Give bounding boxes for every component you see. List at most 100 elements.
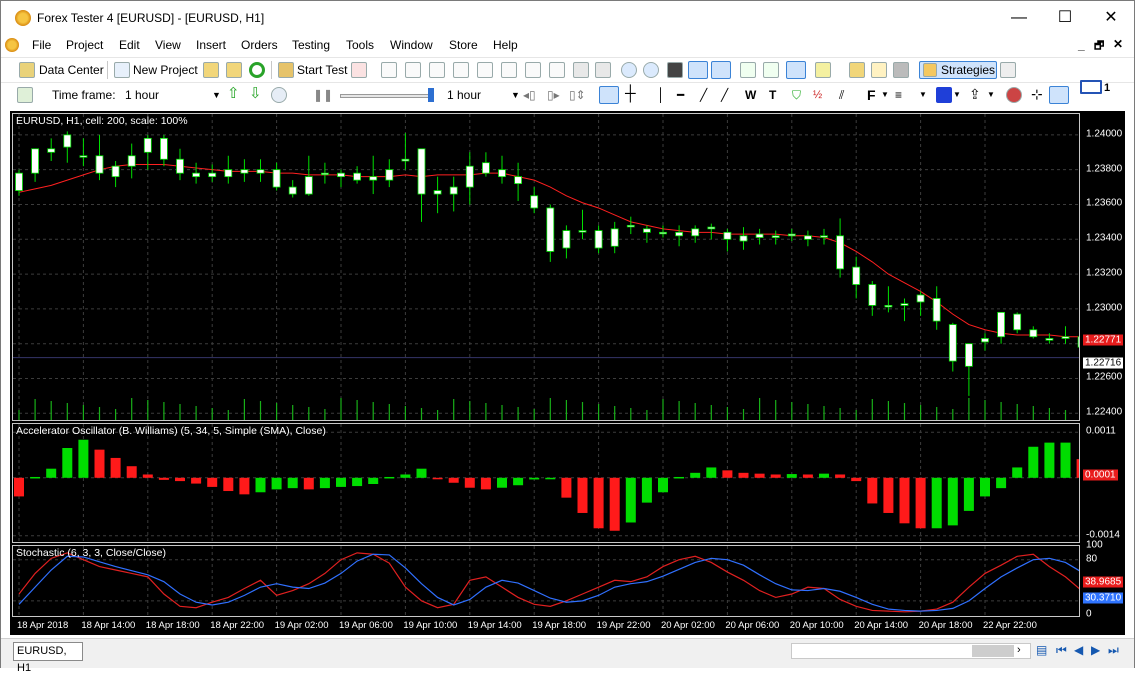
binoculars-icon[interactable]	[667, 62, 683, 78]
chevron-down-icon[interactable]: ▼	[511, 85, 520, 105]
indicators-icon[interactable]	[815, 62, 831, 78]
menu-insert[interactable]: Insert	[196, 38, 226, 52]
chart-tab-eurusd[interactable]: EURUSD, H1	[13, 642, 83, 674]
menu-help[interactable]: Help	[493, 38, 518, 52]
menu-project[interactable]: Project	[66, 38, 103, 52]
cursor-icon[interactable]	[599, 86, 619, 104]
text-tool-icon[interactable]: T	[769, 85, 776, 105]
speed-icon[interactable]	[271, 87, 287, 103]
horizontal-scrollbar[interactable]	[791, 643, 1031, 659]
zoom-out-icon[interactable]	[643, 62, 659, 78]
check-order-icon[interactable]	[477, 62, 493, 78]
add-chart-icon[interactable]	[17, 87, 33, 103]
mail-icon[interactable]	[1080, 80, 1102, 94]
chevron-down-icon[interactable]: ▼	[881, 85, 889, 105]
money-settings-icon[interactable]	[595, 62, 611, 78]
auto-scroll-icon[interactable]	[786, 61, 806, 79]
magnet-icon[interactable]	[1006, 87, 1022, 103]
templates-icon[interactable]	[849, 62, 865, 78]
arrow-up-icon[interactable]: ⇧	[227, 84, 240, 104]
scrollbar-thumb[interactable]	[972, 645, 1014, 657]
start-test-button[interactable]: Start Test	[297, 60, 347, 80]
stochastic-axis[interactable]: 100 80 0 38.9685 30.3710	[1082, 540, 1125, 619]
chevron-down-icon[interactable]: ▼	[919, 85, 927, 105]
title-bar[interactable]: Forex Tester 4 [EURUSD] - [EURUSD, H1] —…	[1, 1, 1134, 35]
prev-page-icon[interactable]: ◀	[1074, 643, 1083, 657]
font-button[interactable]: F	[867, 85, 876, 105]
label-tool-icon[interactable]: ⛉	[792, 85, 801, 105]
save-project-icon[interactable]	[226, 62, 242, 78]
accelerator-pane[interactable]: Accelerator Oscillator (B. Williams) (5,…	[12, 423, 1080, 543]
chart-shift-icon[interactable]	[763, 62, 779, 78]
arrow-down-icon[interactable]: ⇩	[249, 84, 262, 104]
list-icon[interactable]	[1000, 62, 1016, 78]
market-order-icon[interactable]	[429, 62, 445, 78]
auto-trendline-icon[interactable]	[1049, 86, 1069, 104]
step-forward-icon[interactable]: ▯▸	[547, 85, 560, 105]
ray-line-icon[interactable]: ╱	[721, 85, 728, 105]
speed-slider[interactable]	[340, 94, 432, 98]
print-icon[interactable]: ▤	[1036, 643, 1047, 657]
vertical-line-icon[interactable]: │	[657, 85, 665, 105]
test-settings-icon[interactable]	[351, 62, 367, 78]
first-page-icon[interactable]: ⏮	[1056, 643, 1067, 658]
confirm-order-icon[interactable]	[501, 62, 517, 78]
stochastic-pane[interactable]: Stochastic (6, 3, 3, Close/Close)	[12, 545, 1080, 617]
zoom-in-icon[interactable]	[621, 62, 637, 78]
trend-line-icon[interactable]: ╱	[700, 85, 707, 105]
line-style-icon[interactable]: ≡	[895, 85, 902, 105]
crosshair-icon[interactable]: ┼	[625, 84, 636, 104]
menu-view[interactable]: View	[155, 38, 181, 52]
menu-file[interactable]: File	[32, 38, 51, 52]
order-history-icon[interactable]	[549, 62, 565, 78]
mdi-close-button[interactable]: ✕	[1113, 37, 1123, 51]
test-timeframe-select[interactable]: 1 hour	[447, 85, 513, 105]
accelerator-axis[interactable]: 0.0011 -0.0014 0.0001	[1082, 423, 1125, 543]
brush-icon[interactable]	[871, 62, 887, 78]
next-page-icon[interactable]: ▶	[1091, 643, 1100, 657]
timeframe-select[interactable]: 1 hour	[125, 85, 221, 105]
minimize-button[interactable]: —	[996, 1, 1042, 35]
pending-order-icon[interactable]	[405, 62, 421, 78]
mdi-app-icon[interactable]	[5, 38, 19, 52]
menu-store[interactable]: Store	[449, 38, 478, 52]
close-button[interactable]: ✕	[1088, 1, 1134, 35]
mdi-restore-button[interactable]: 🗗	[1094, 37, 1104, 56]
menu-window[interactable]: Window	[390, 38, 433, 52]
scroll-right-icon[interactable]: ›	[1017, 644, 1021, 656]
line-chart-icon[interactable]	[740, 62, 756, 78]
jump-icon[interactable]: ▯⇕	[569, 85, 586, 105]
color-picker-icon[interactable]	[936, 87, 952, 103]
maximize-button[interactable]: ☐	[1042, 1, 1088, 35]
mdi-minimize-button[interactable]: _	[1078, 38, 1085, 52]
new-order-icon[interactable]	[381, 62, 397, 78]
chevron-down-icon[interactable]: ▼	[987, 85, 995, 105]
menu-tools[interactable]: Tools	[346, 38, 374, 52]
speed-slider-thumb[interactable]	[428, 88, 434, 102]
modify-order-icon[interactable]	[453, 62, 469, 78]
currency-settings-icon[interactable]	[573, 62, 589, 78]
object-list-icon[interactable]: ⇪	[969, 84, 981, 104]
chevron-down-icon[interactable]: ▼	[953, 85, 961, 105]
menu-edit[interactable]: Edit	[119, 38, 140, 52]
refresh-icon[interactable]	[249, 62, 265, 78]
price-chart-pane[interactable]: EURUSD, H1, cell: 200, scale: 100%	[12, 113, 1080, 421]
data-center-button[interactable]: Data Center	[39, 60, 104, 80]
bar-chart-icon[interactable]	[688, 61, 708, 79]
price-axis[interactable]: 1.24000 1.23800 1.23600 1.23400 1.23200 1.230…	[1082, 113, 1125, 421]
chart-area[interactable]: EURUSD, H1, cell: 200, scale: 100% 1.240…	[10, 111, 1125, 635]
time-axis[interactable]: 18 Apr 2018 18 Apr 14:00 18 Apr 18:00 18 Ap…	[12, 619, 1080, 633]
channel-icon[interactable]: ⫽	[839, 85, 844, 105]
wave-icon[interactable]: W	[745, 85, 756, 105]
menu-orders[interactable]: Orders	[241, 38, 278, 52]
horizontal-line-icon[interactable]: ━	[677, 85, 684, 105]
screenshot-icon[interactable]	[893, 62, 909, 78]
candle-chart-icon[interactable]	[711, 61, 731, 79]
menu-testing[interactable]: Testing	[292, 38, 330, 52]
new-project-button[interactable]: New Project	[133, 60, 198, 80]
last-page-icon[interactable]: ⏭	[1108, 643, 1119, 658]
delete-order-icon[interactable]	[525, 62, 541, 78]
open-project-icon[interactable]	[203, 62, 219, 78]
strategies-button[interactable]: Strategies	[941, 60, 995, 80]
step-back-icon[interactable]: ◂▯	[523, 85, 536, 105]
